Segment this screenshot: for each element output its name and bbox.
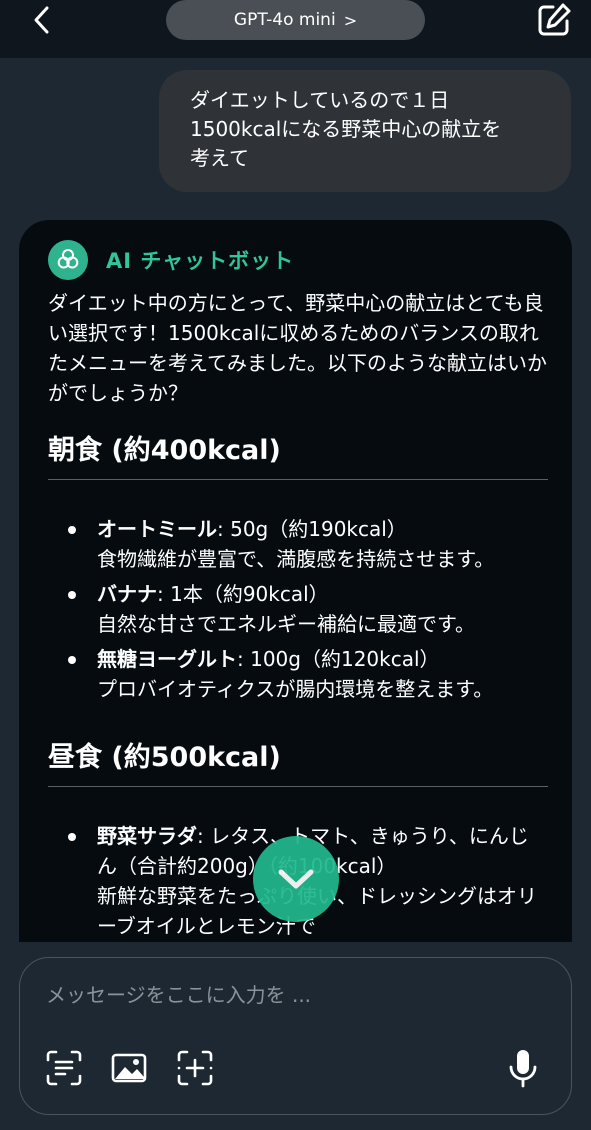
back-button[interactable] (22, 2, 62, 38)
edit-icon (538, 3, 571, 36)
model-chevron: > (343, 10, 358, 30)
food-amount: : 1本（約90kcal） (157, 582, 329, 606)
food-name: バナナ (97, 582, 157, 606)
food-description: 食物繊維が豊富で、満腹感を持続させます。 (97, 547, 495, 571)
new-chat-button[interactable] (534, 0, 574, 40)
image-icon (111, 1053, 147, 1083)
food-name: 野菜サラダ (97, 824, 197, 848)
image-upload-button[interactable] (107, 1046, 151, 1090)
ai-intro-text: ダイエット中の方にとって、野菜中心の献立はとても良い選択です！1500kcalに… (48, 291, 547, 405)
ai-message-header: AI チャットボット (48, 240, 294, 280)
food-name: オートミール (97, 517, 217, 541)
section-title-lunch: 昼食 (約500kcal) (48, 738, 548, 787)
scan-text-icon (46, 1050, 82, 1086)
section-title-breakfast: 朝食 (約400kcal) (48, 431, 548, 480)
user-message-bubble: ダイエットしているので１日 1500kcalになる野菜中心の献立を 考えて (159, 70, 571, 192)
chevron-down-icon (278, 869, 314, 889)
breakfast-list: オートミール: 50g（約190kcal） 食物繊維が豊富で、満腹感を持続させま… (48, 514, 548, 704)
food-amount: : 50g（約190kcal） (217, 517, 407, 541)
list-item: オートミール: 50g（約190kcal） 食物繊維が豊富で、満腹感を持続させま… (68, 514, 548, 574)
voice-input-button[interactable] (501, 1046, 545, 1090)
bot-name: AI チャットボット (106, 249, 295, 273)
message-input[interactable] (46, 978, 546, 1012)
scan-text-button[interactable] (42, 1046, 86, 1090)
food-description: 自然な甘さでエネルギー補給に最適です。 (97, 612, 475, 636)
bot-avatar (48, 240, 88, 280)
food-amount: : 100g（約120kcal） (237, 647, 440, 671)
chevron-left-icon (34, 6, 49, 34)
microphone-icon (509, 1050, 537, 1088)
model-label: GPT-4o mini (233, 10, 336, 30)
food-name: 無糖ヨーグルト (97, 647, 237, 671)
message-composer (19, 957, 572, 1115)
top-bar: GPT-4o mini > (0, 0, 591, 58)
model-selector[interactable]: GPT-4o mini > (166, 0, 425, 40)
food-description: プロバイオティクスが腸内環境を整えます。 (97, 677, 494, 701)
list-item: バナナ: 1本（約90kcal） 自然な甘さでエネルギー補給に最適です。 (68, 579, 548, 639)
list-item: 無糖ヨーグルト: 100g（約120kcal） プロバイオティクスが腸内環境を整… (68, 644, 548, 704)
add-attachment-button[interactable] (173, 1046, 217, 1090)
ai-message-card: AI チャットボット ダイエット中の方にとって、野菜中心の献立はとても良い選択で… (19, 220, 572, 942)
openai-logo-icon (57, 249, 79, 269)
add-frame-icon (177, 1050, 213, 1086)
scroll-to-bottom-button[interactable] (253, 836, 339, 922)
